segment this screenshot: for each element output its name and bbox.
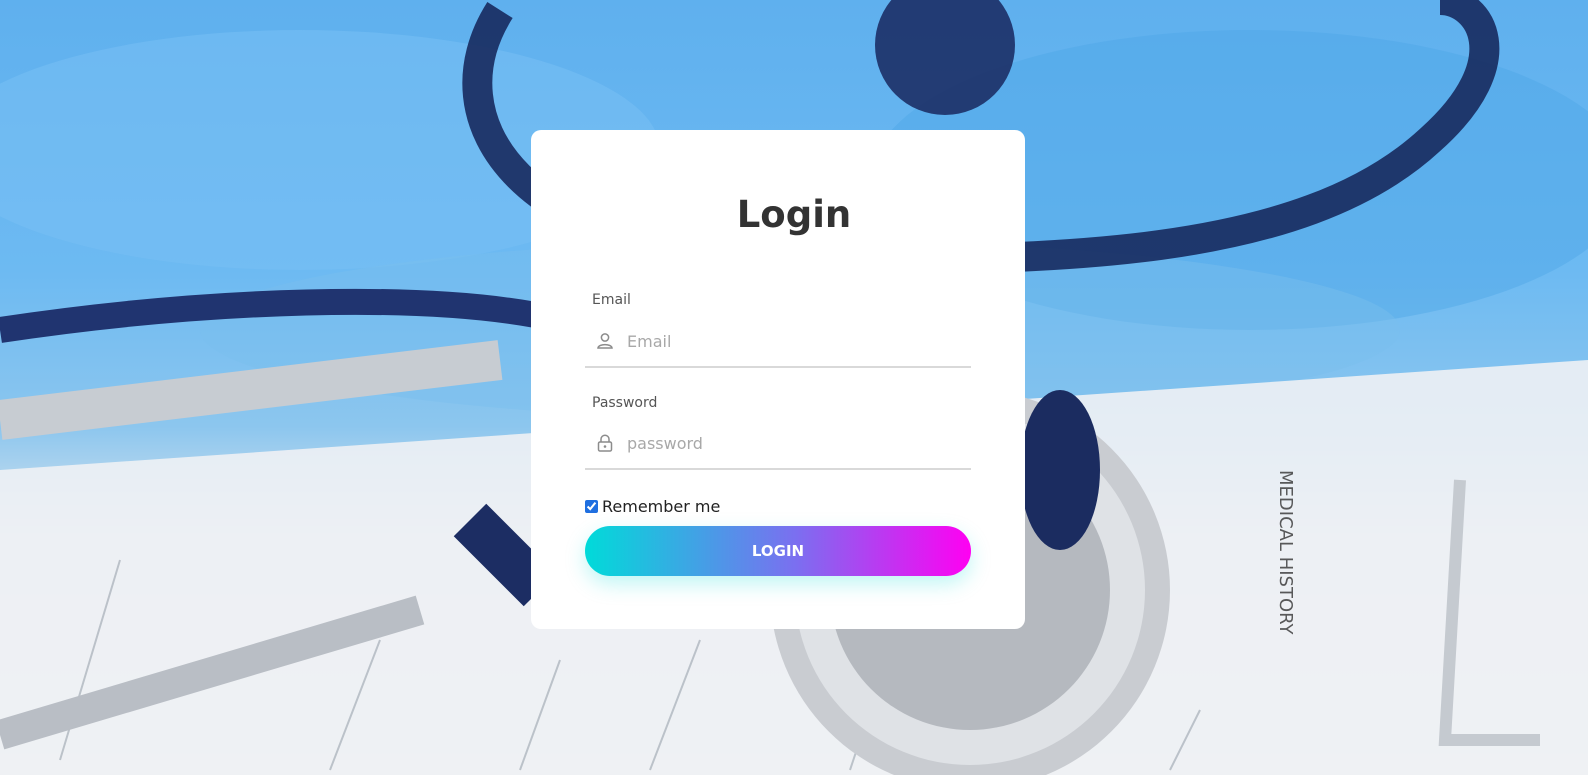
password-label: Password [592, 395, 658, 411]
lock-icon [595, 433, 615, 453]
login-title: Login [736, 193, 852, 236]
remember-me-row[interactable]: Remember me [585, 496, 720, 516]
user-icon [595, 331, 615, 351]
password-field-row [585, 420, 971, 470]
email-input[interactable] [627, 326, 957, 356]
password-input[interactable] [627, 428, 957, 458]
email-field-row [585, 318, 971, 368]
svg-text:MEDICAL HISTORY: MEDICAL HISTORY [1275, 470, 1296, 635]
remember-me-label: Remember me [602, 496, 721, 516]
email-label: Email [592, 292, 631, 308]
remember-me-checkbox[interactable] [585, 499, 598, 513]
login-button[interactable]: LOGIN [585, 526, 971, 576]
